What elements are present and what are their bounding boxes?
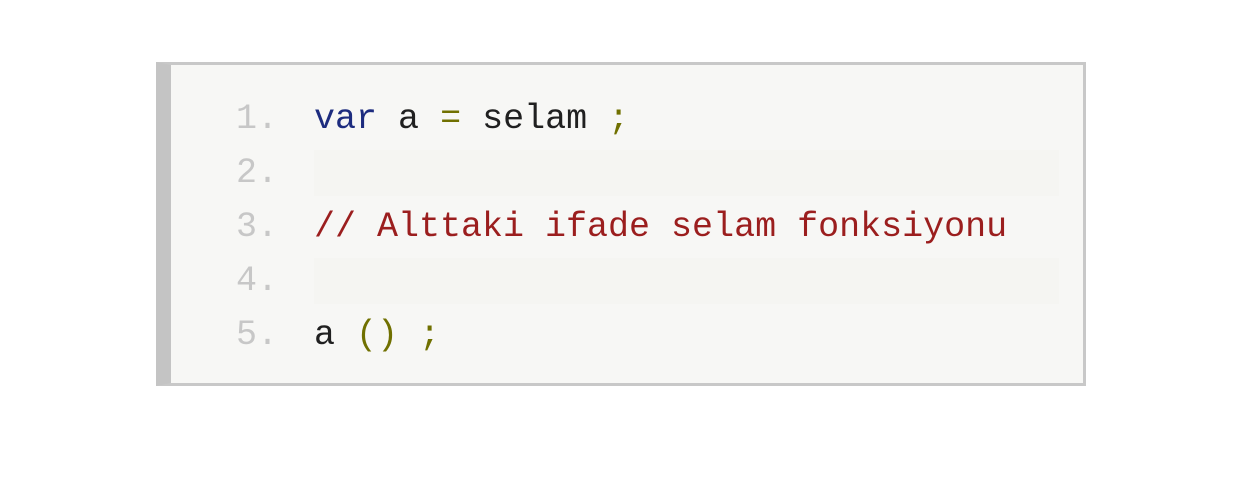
value-token: selam xyxy=(482,99,588,139)
line-number: 4. xyxy=(236,261,279,301)
comment-token: // Alttaki ifade selam fonksiyonu xyxy=(314,207,1008,247)
empty-line-content xyxy=(314,150,1059,196)
line-number: 1. xyxy=(236,99,279,139)
line-content: var a = selam ; xyxy=(314,92,629,146)
keyword-token: var xyxy=(314,99,378,139)
code-line-5: 5. a () ; xyxy=(236,308,1083,362)
code-line-4: 4. xyxy=(236,254,1083,308)
code-line-3: 3. // Alttaki ifade selam fonksiyonu xyxy=(236,200,1083,254)
code-line-1: 1. var a = selam ; xyxy=(236,92,1083,146)
call-parens-token: () xyxy=(356,315,399,355)
function-name-token: a xyxy=(314,315,336,355)
code-line-2: 2. xyxy=(236,146,1083,200)
empty-line-content xyxy=(314,258,1059,304)
line-number: 3. xyxy=(236,207,279,247)
line-number: 2. xyxy=(236,153,279,193)
operator-token: = xyxy=(440,99,462,139)
semicolon-token: ; xyxy=(608,99,630,139)
line-content: a () ; xyxy=(314,308,440,362)
code-lines: 1. var a = selam ; 2. 3. // Alttaki ifad… xyxy=(236,92,1083,362)
line-number: 5. xyxy=(236,315,279,355)
semicolon-token: ; xyxy=(419,315,441,355)
code-block: 1. var a = selam ; 2. 3. // Alttaki ifad… xyxy=(156,62,1086,386)
variable-token: a xyxy=(398,99,420,139)
